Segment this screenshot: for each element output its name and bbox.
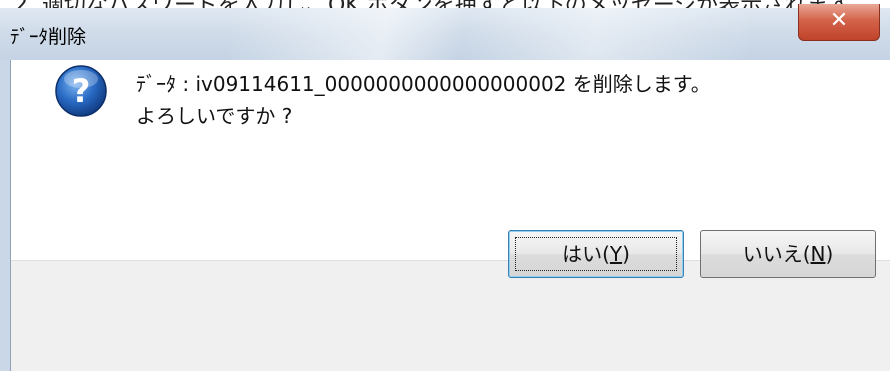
dialog-title: ﾃﾞｰﾀ削除 [10, 26, 87, 48]
no-label-tail: ) [825, 242, 834, 266]
svg-text:?: ? [72, 72, 91, 110]
screenshot: 2. 適切なパスワードを入力し、OK ボタンを押すと以下のメッセージが表示されま… [0, 0, 890, 371]
no-button[interactable]: いいえ(N) [700, 230, 876, 278]
delete-data-dialog: ﾃﾞｰﾀ削除 ✕ ? ﾃﾞｰﾀ : iv09114611_00000000000… [0, 0, 890, 371]
confirm-message: ﾃﾞｰﾀ : iv09114611_0000000000000000002 を削… [136, 68, 711, 132]
no-label: いいえ( [742, 242, 811, 266]
no-accelerator-key: N [810, 242, 826, 266]
title-bar-glass [230, 8, 750, 60]
question-icon: ? [55, 65, 107, 117]
title-bar[interactable]: ﾃﾞｰﾀ削除 ✕ [0, 4, 890, 60]
close-button[interactable]: ✕ [798, 4, 880, 41]
message-line-2: よろしいですか ? [136, 104, 293, 128]
focus-rectangle [515, 237, 677, 271]
message-line-1: ﾃﾞｰﾀ : iv09114611_0000000000000000002 を削… [136, 72, 711, 96]
close-icon: ✕ [829, 8, 849, 33]
yes-button[interactable]: はい(Y) [508, 230, 684, 278]
